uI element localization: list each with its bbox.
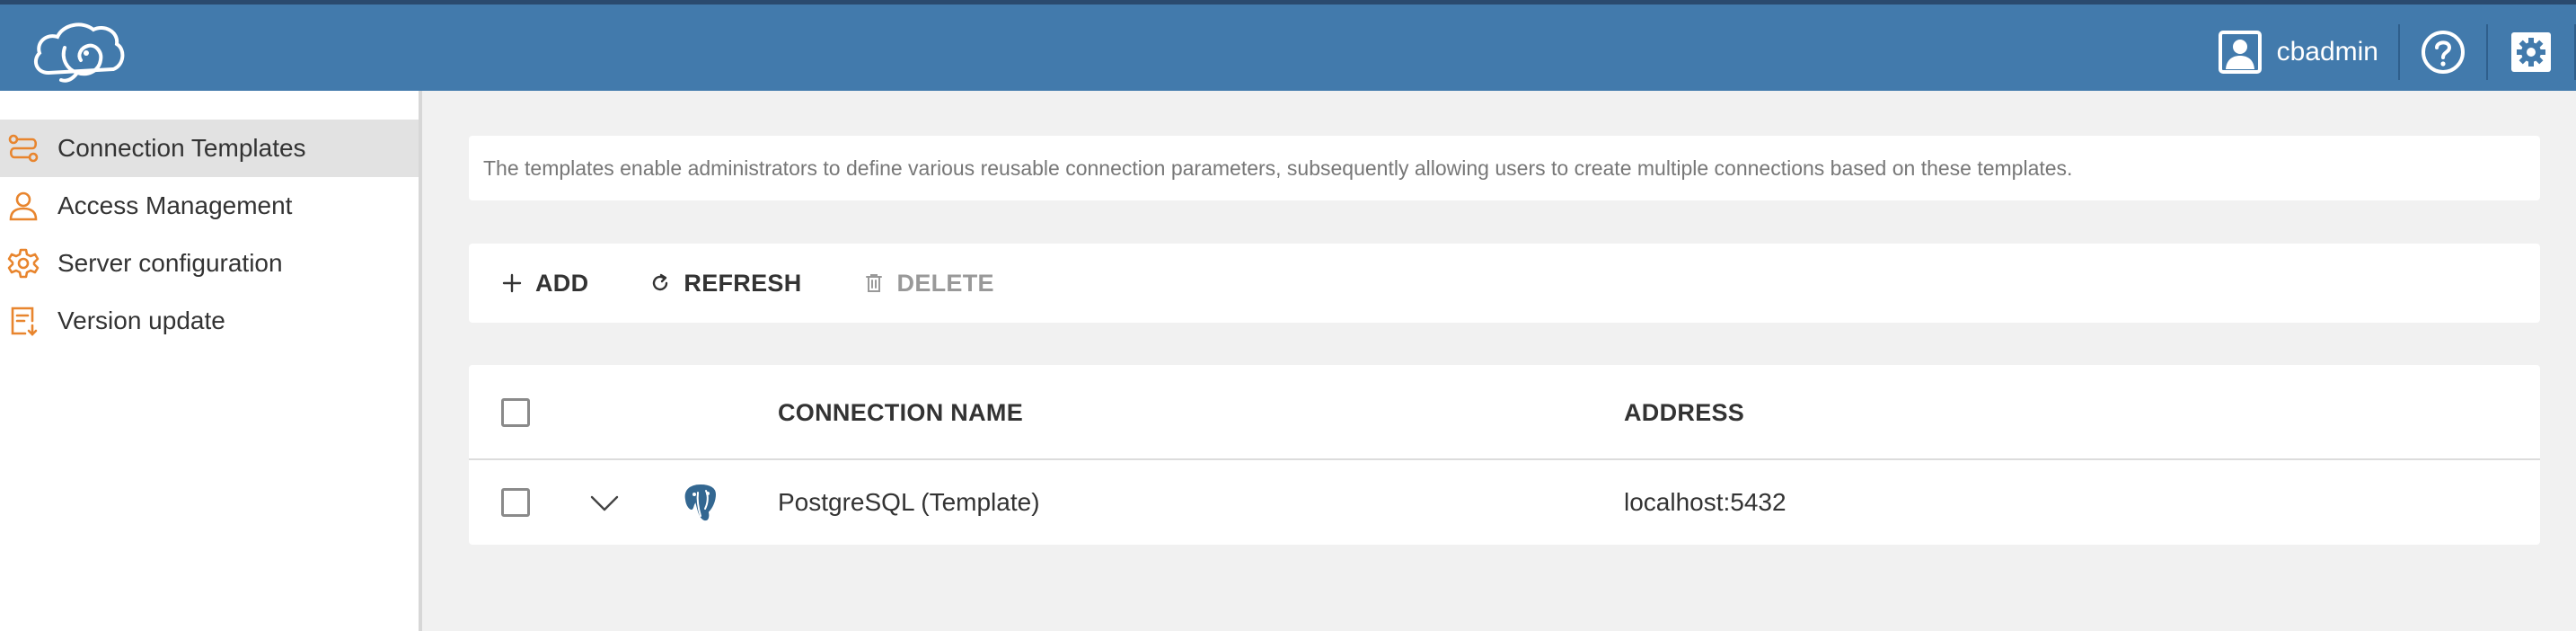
sidebar-item-connection-templates[interactable]: Connection Templates [0, 120, 419, 177]
templates-table: CONNECTION NAME ADDRESS PostgreSQL (Temp… [469, 365, 2540, 545]
trash-icon [865, 274, 882, 292]
version-update-icon [11, 307, 38, 336]
plus-icon [502, 273, 522, 293]
refresh-button[interactable]: REFRESH [649, 270, 801, 298]
sidebar-item-version-update[interactable]: Version update [0, 292, 419, 350]
connection-templates-icon [8, 134, 39, 163]
column-header-connection-name[interactable]: CONNECTION NAME [778, 399, 1023, 427]
sidebar: Connection Templates Access Management S… [0, 91, 422, 631]
help-button[interactable] [2400, 9, 2486, 95]
column-header-address[interactable]: ADDRESS [1624, 399, 1744, 427]
gear-icon [7, 248, 40, 279]
sidebar-item-label: Connection Templates [57, 134, 306, 162]
delete-label: DELETE [896, 269, 994, 297]
cloudbeaver-logo-icon[interactable] [29, 17, 128, 85]
add-label: ADD [535, 269, 589, 297]
user-menu[interactable]: cbadmin [2200, 9, 2398, 95]
row-checkbox[interactable] [501, 488, 530, 517]
top-bar: cbadmin [0, 0, 2576, 91]
templates-description: The templates enable administrators to d… [469, 136, 2540, 200]
sidebar-item-label: Access Management [57, 191, 293, 219]
table-header: CONNECTION NAME ADDRESS [469, 365, 2540, 460]
sidebar-item-server-configuration[interactable]: Server configuration [0, 235, 419, 292]
connection-name-cell: PostgreSQL (Template) [778, 488, 1040, 516]
address-cell: localhost:5432 [1624, 488, 1786, 516]
chevron-down-icon[interactable] [589, 487, 620, 518]
select-all-checkbox[interactable] [501, 398, 530, 427]
settings-button[interactable] [2488, 9, 2574, 95]
sidebar-item-label: Version update [57, 307, 225, 334]
user-icon [2218, 31, 2262, 74]
sidebar-item-label: Server configuration [57, 249, 283, 277]
sidebar-item-access-management[interactable]: Access Management [0, 177, 419, 235]
refresh-label: REFRESH [684, 269, 802, 297]
toolbar: ADD REFRESH DELETE [469, 244, 2540, 323]
settings-icon [2511, 32, 2551, 72]
user-icon [9, 191, 38, 221]
postgresql-icon [683, 482, 719, 523]
user-name: cbadmin [2276, 37, 2378, 67]
delete-button[interactable]: DELETE [863, 270, 994, 298]
table-row[interactable]: PostgreSQL (Template) localhost:5432 [469, 460, 2540, 545]
help-icon [2422, 31, 2465, 74]
refresh-icon [653, 273, 668, 291]
add-button[interactable]: ADD [501, 270, 588, 298]
